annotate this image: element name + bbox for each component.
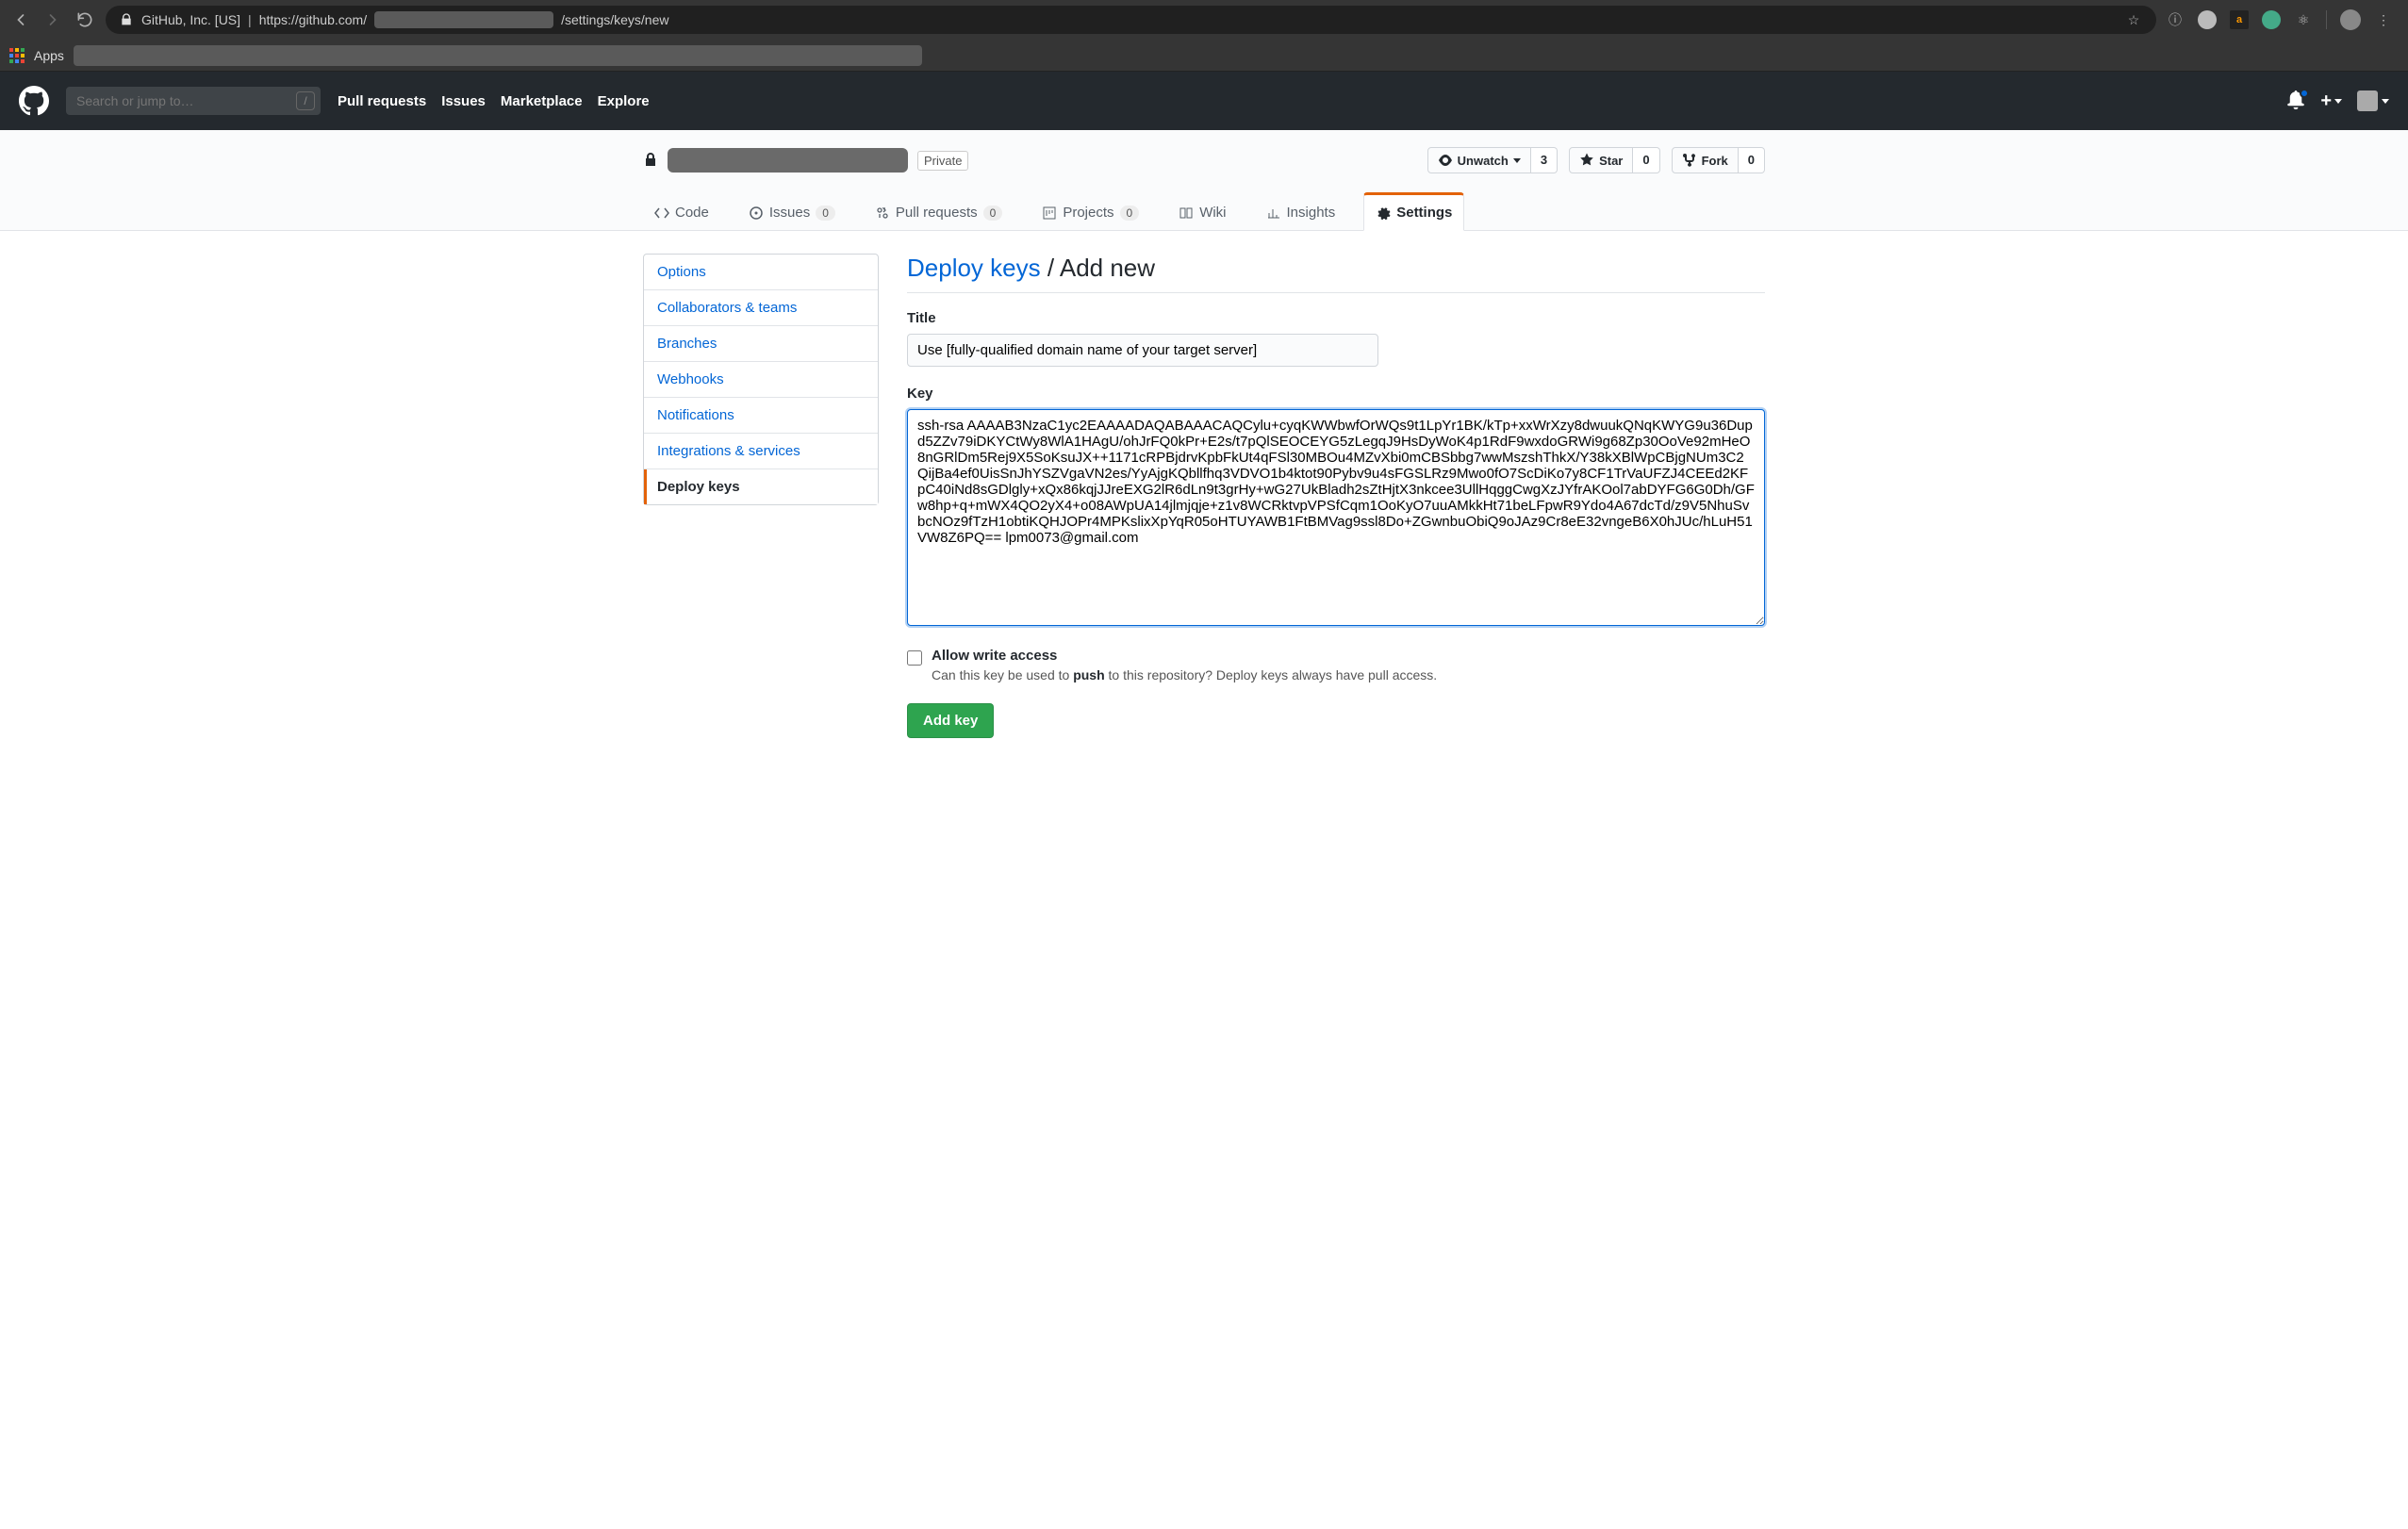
browser-toolbar: GitHub, Inc. [US] | https://github.com/ …	[0, 0, 2408, 40]
info-icon[interactable]: ⓘ	[2166, 10, 2185, 29]
nav-explore[interactable]: Explore	[598, 93, 650, 109]
sidebar-item-collaborators[interactable]: Collaborators & teams	[644, 290, 878, 326]
tab-insights[interactable]: Insights	[1255, 192, 1347, 230]
nav-issues[interactable]: Issues	[441, 93, 486, 109]
pr-icon	[875, 206, 890, 221]
star-icon	[1579, 153, 1594, 168]
key-textarea[interactable]	[907, 409, 1765, 626]
settings-sidebar: Options Collaborators & teams Branches W…	[643, 254, 879, 505]
address-url-prefix: https://github.com/	[259, 12, 367, 27]
browser-profile-avatar[interactable]	[2340, 9, 2361, 30]
address-org: GitHub, Inc. [US]	[141, 12, 240, 27]
unwatch-button[interactable]: Unwatch	[1427, 147, 1531, 173]
main-content: Deploy keys / Add new Title Key Allow wr…	[907, 254, 1765, 738]
star-icon[interactable]: ☆	[2124, 10, 2143, 29]
watch-count[interactable]: 3	[1531, 147, 1558, 173]
fork-icon	[1682, 153, 1697, 168]
lock-icon	[643, 153, 658, 168]
gear-icon	[1376, 206, 1391, 221]
browser-back-button[interactable]	[9, 8, 32, 31]
notification-dot	[2300, 89, 2309, 98]
sidebar-item-deploy-keys[interactable]: Deploy keys	[644, 469, 878, 504]
tab-pull-requests[interactable]: Pull requests 0	[864, 192, 1014, 230]
address-url-suffix: /settings/keys/new	[561, 12, 668, 27]
chevron-down-icon	[1513, 158, 1521, 163]
nav-pull-requests[interactable]: Pull requests	[338, 93, 426, 109]
apps-label[interactable]: Apps	[34, 48, 64, 63]
bookmarks-redacted	[74, 45, 922, 66]
apps-icon[interactable]	[9, 48, 25, 63]
fork-label: Fork	[1702, 154, 1728, 168]
notifications-button[interactable]	[2286, 90, 2305, 112]
browser-forward-button[interactable]	[41, 8, 64, 31]
sidebar-item-notifications[interactable]: Notifications	[644, 398, 878, 434]
github-header: / Pull requests Issues Marketplace Explo…	[0, 72, 2408, 130]
search-input[interactable]	[66, 87, 321, 115]
title-label: Title	[907, 310, 1765, 326]
eye-icon	[1438, 153, 1453, 168]
tab-code[interactable]: Code	[643, 192, 720, 230]
tab-projects[interactable]: Projects 0	[1031, 192, 1150, 230]
browser-reload-button[interactable]	[74, 8, 96, 31]
deploy-keys-link[interactable]: Deploy keys	[907, 254, 1041, 282]
browser-menu-icon[interactable]: ⋮	[2374, 10, 2393, 29]
sidebar-item-branches[interactable]: Branches	[644, 326, 878, 362]
header-nav: Pull requests Issues Marketplace Explore	[338, 93, 650, 109]
private-badge: Private	[917, 151, 968, 171]
slash-key-hint: /	[296, 91, 315, 110]
tab-settings[interactable]: Settings	[1363, 192, 1464, 231]
add-key-button[interactable]: Add key	[907, 703, 994, 738]
browser-address-bar[interactable]: GitHub, Inc. [US] | https://github.com/ …	[106, 6, 2156, 34]
allow-write-label: Allow write access	[932, 648, 1437, 664]
wiki-icon	[1179, 206, 1194, 221]
issue-icon	[749, 206, 764, 221]
star-button[interactable]: Star	[1569, 147, 1633, 173]
allow-write-checkbox[interactable]	[907, 650, 922, 666]
address-url-redacted	[374, 11, 553, 28]
insights-icon	[1266, 206, 1281, 221]
star-count[interactable]: 0	[1633, 147, 1659, 173]
header-search[interactable]: /	[66, 87, 321, 115]
sidebar-item-webhooks[interactable]: Webhooks	[644, 362, 878, 398]
sidebar-item-options[interactable]: Options	[644, 255, 878, 290]
extension-icon-3[interactable]	[2262, 10, 2281, 29]
user-avatar	[2357, 90, 2378, 111]
lock-icon	[119, 12, 134, 27]
page-title: Deploy keys / Add new	[907, 254, 1765, 293]
allow-write-hint: Can this key be used to push to this rep…	[932, 667, 1437, 682]
github-logo[interactable]	[19, 86, 49, 116]
browser-chrome: GitHub, Inc. [US] | https://github.com/ …	[0, 0, 2408, 72]
fork-button[interactable]: Fork	[1672, 147, 1739, 173]
extension-icon-4[interactable]: ⚛	[2294, 10, 2313, 29]
extension-icon-2[interactable]: a	[2230, 10, 2249, 29]
nav-marketplace[interactable]: Marketplace	[501, 93, 583, 109]
unwatch-label: Unwatch	[1458, 154, 1509, 168]
projects-icon	[1042, 206, 1057, 221]
browser-extensions: ⓘ a ⚛ ⋮	[2166, 9, 2399, 30]
tab-issues[interactable]: Issues 0	[737, 192, 847, 230]
key-label: Key	[907, 386, 1765, 402]
sidebar-item-integrations[interactable]: Integrations & services	[644, 434, 878, 469]
user-menu[interactable]	[2357, 90, 2389, 111]
star-label: Star	[1599, 154, 1623, 168]
fork-count[interactable]: 0	[1739, 147, 1765, 173]
bookmarks-bar: Apps	[0, 40, 2408, 72]
repo-header: Private Unwatch 3 Star 0	[624, 130, 1784, 173]
code-icon	[654, 206, 669, 221]
title-input[interactable]	[907, 334, 1378, 367]
extension-icon-1[interactable]	[2198, 10, 2217, 29]
repo-tabs: Code Issues 0 Pull requests 0 Projects 0…	[624, 173, 1784, 230]
tab-wiki[interactable]: Wiki	[1167, 192, 1237, 230]
repo-name-redacted	[668, 148, 908, 173]
create-new-button[interactable]: +	[2320, 90, 2342, 112]
